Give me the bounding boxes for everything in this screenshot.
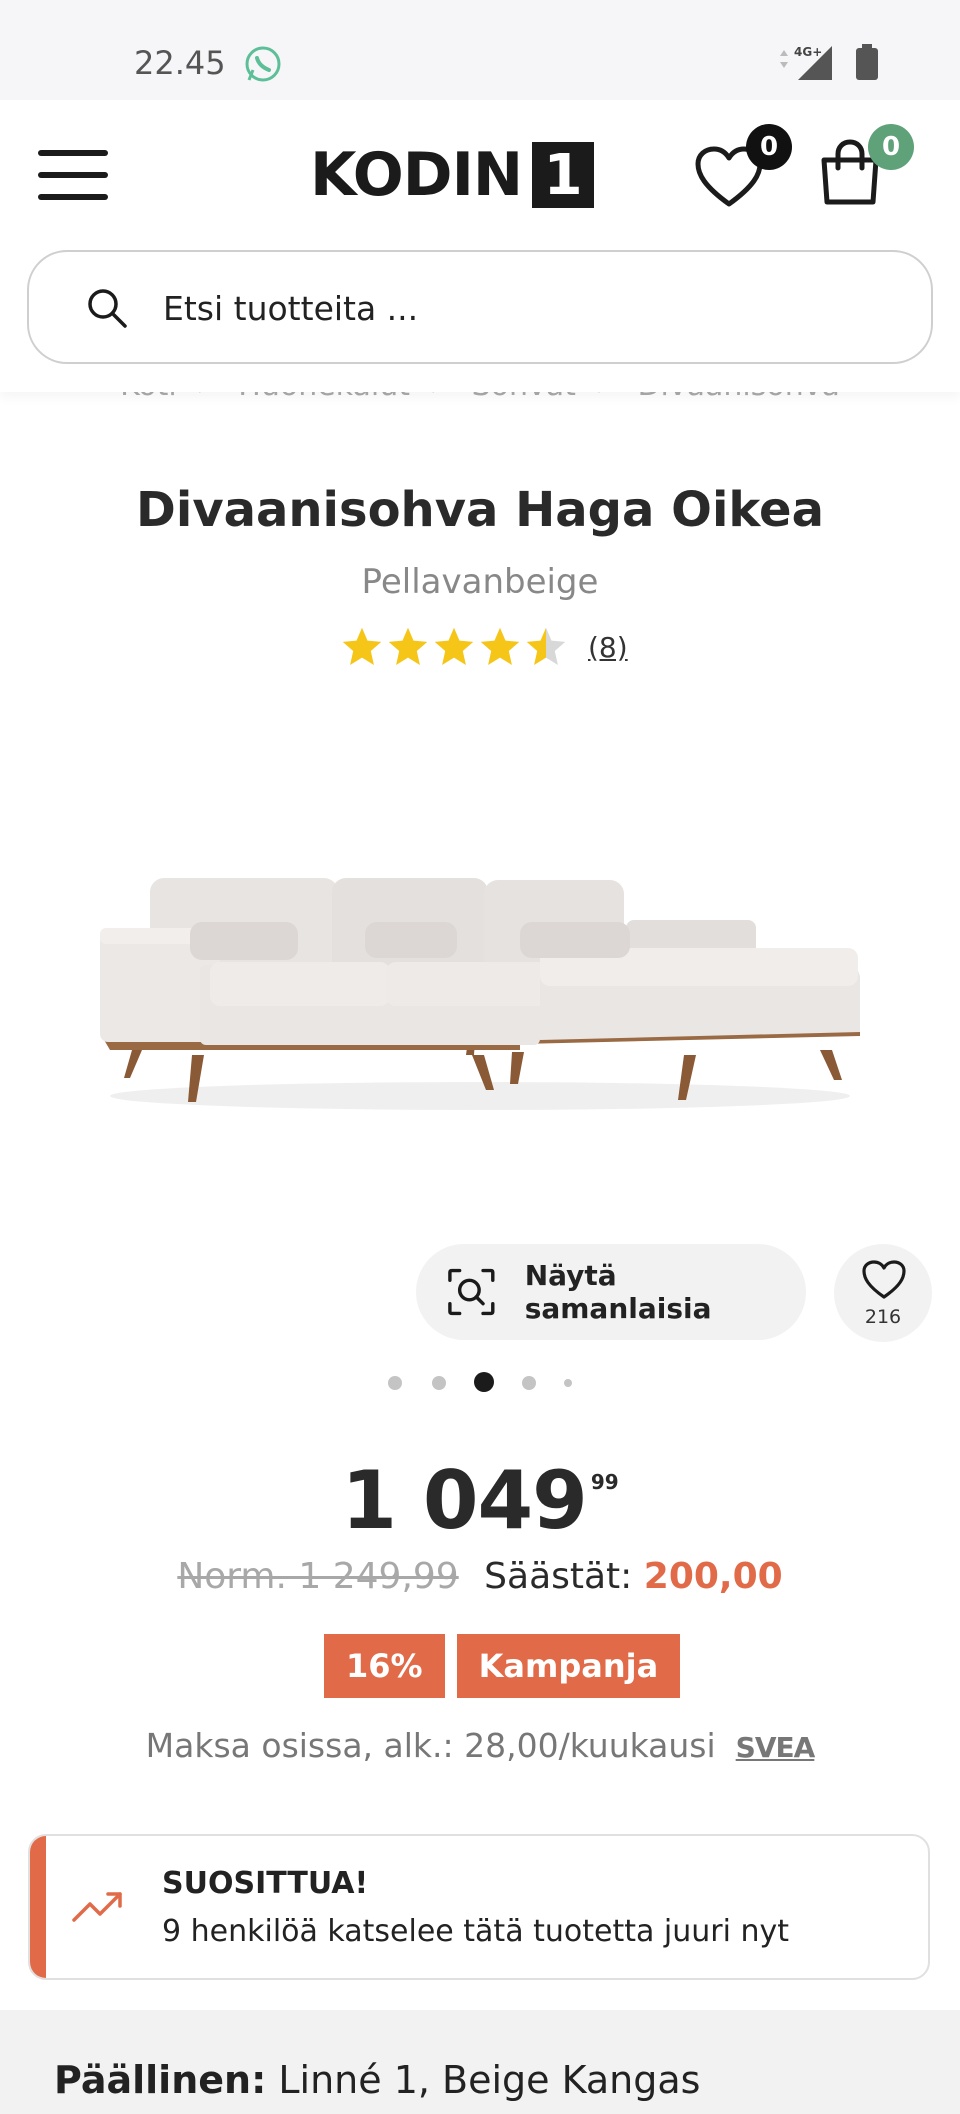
svea-logo-link[interactable]: SVEA: [736, 1731, 816, 1764]
show-similar-button[interactable]: Näytä samanlaisia: [416, 1244, 806, 1340]
popular-accent-bar: [30, 1836, 46, 1978]
price-block: 1 049 99: [0, 1454, 960, 1547]
popular-title: SUOSITTUA!: [162, 1866, 369, 1901]
price-cents: 99: [590, 1470, 619, 1494]
battery-icon: [856, 44, 878, 80]
wishlist-count-badge: 0: [746, 124, 792, 170]
site-logo[interactable]: KODIN 1: [310, 140, 595, 210]
spec-section: Päällinen: Linné 1, Beige Kangas: [0, 2010, 960, 2114]
carousel-dot[interactable]: [522, 1376, 536, 1390]
star-icon: [388, 627, 428, 665]
fabric-spec-label: Päällinen:: [54, 2058, 267, 2102]
show-similar-label: Näytä samanlaisia: [524, 1259, 712, 1325]
star-icon: [480, 627, 520, 665]
popular-text: 9 henkilöä katselee tätä tuotetta juuri …: [162, 1914, 790, 1949]
cart-button[interactable]: 0: [818, 124, 918, 216]
star-icon: [342, 627, 382, 665]
carousel-dot[interactable]: [432, 1376, 446, 1390]
carousel-dot-active[interactable]: [474, 1372, 494, 1392]
logo-text: KODIN: [310, 140, 523, 210]
product-image[interactable]: [80, 800, 880, 1130]
campaign-badge: Kampanja: [456, 1634, 681, 1698]
half-star-icon: [526, 627, 566, 665]
search-bar[interactable]: [27, 250, 933, 364]
price-main: 1 049: [341, 1454, 588, 1547]
visual-search-icon: [448, 1268, 495, 1316]
installment-info: Maksa osissa, alk.: 28,00/kuukausi SVEA: [0, 1726, 960, 1765]
trending-up-icon: [72, 1892, 122, 1922]
savings-line: Norm. 1 249,99 Säästät: 200,00: [0, 1556, 960, 1597]
network-label: 4G+: [794, 45, 822, 59]
signal-icon: 4G+: [780, 45, 832, 80]
image-carousel-dots: [380, 1370, 580, 1394]
favorite-count: 216: [864, 1306, 902, 1328]
discount-badge: 16%: [324, 1634, 445, 1698]
favorite-button[interactable]: 216: [834, 1244, 932, 1342]
search-icon: [88, 289, 127, 328]
product-rating[interactable]: (8): [340, 620, 628, 674]
heart-icon: [862, 1260, 906, 1299]
review-count-link[interactable]: (8): [588, 631, 628, 664]
normal-price: Norm. 1 249,99: [177, 1556, 459, 1597]
price-tags: 16% Kampanja: [324, 1634, 692, 1698]
carousel-dot[interactable]: [388, 1376, 402, 1390]
installment-text: Maksa osissa, alk.: 28,00/kuukausi: [145, 1726, 716, 1765]
cart-count-badge: 0: [868, 124, 914, 170]
whatsapp-icon: [245, 46, 281, 82]
popular-notice: SUOSITTUA! 9 henkilöä katselee tätä tuot…: [28, 1834, 930, 1980]
logo-number: 1: [532, 142, 595, 208]
product-variant: Pellavanbeige: [361, 562, 599, 602]
status-bar: 22.45 4G+: [0, 0, 960, 100]
status-time: 22.45: [134, 44, 226, 82]
savings-label: Säästät:: [484, 1556, 633, 1597]
wishlist-button[interactable]: 0: [694, 124, 794, 216]
search-input[interactable]: [163, 282, 863, 334]
star-icon: [434, 627, 474, 665]
fabric-spec-value: Linné 1, Beige Kangas: [278, 2058, 701, 2102]
carousel-dot[interactable]: [564, 1379, 572, 1387]
savings-amount: 200,00: [643, 1556, 783, 1597]
product-title: Divaanisohva Haga Oikea: [136, 482, 824, 538]
site-header: KODIN 1 0 0: [0, 100, 960, 392]
fabric-spec: Päällinen: Linné 1, Beige Kangas: [54, 2058, 700, 2102]
hamburger-menu-icon[interactable]: [38, 150, 108, 200]
